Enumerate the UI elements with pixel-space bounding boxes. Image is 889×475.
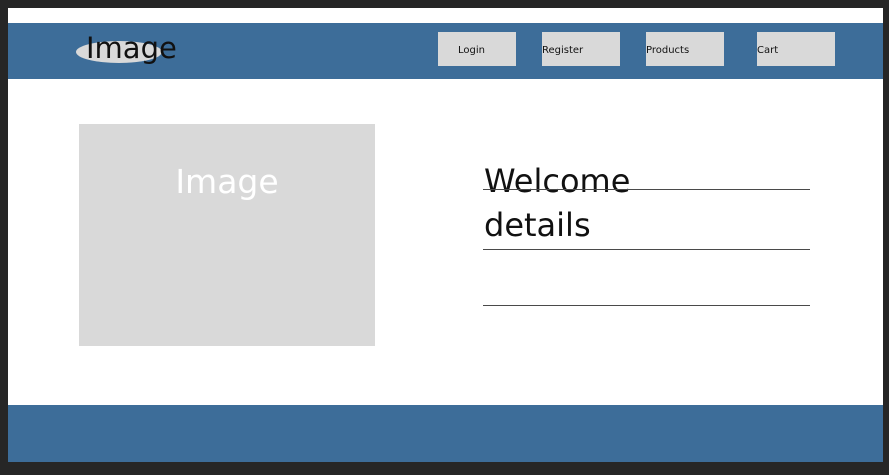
hero-image-label: Image	[175, 162, 279, 201]
login-button[interactable]: Login	[438, 32, 516, 66]
hero-image-placeholder: Image	[79, 124, 375, 346]
cart-button[interactable]: Cart	[757, 32, 835, 66]
divider-line	[483, 189, 810, 190]
welcome-heading: Welcome	[484, 162, 631, 200]
welcome-details: Welcome details	[484, 159, 814, 247]
page-frame: Image Login Register Products Cart Image…	[8, 8, 883, 462]
register-button[interactable]: Register	[542, 32, 620, 66]
products-button[interactable]: Products	[646, 32, 724, 66]
divider-line	[483, 305, 810, 306]
header-bar: Image Login Register Products Cart	[8, 23, 883, 79]
divider-line	[483, 249, 810, 250]
footer-bar	[8, 405, 883, 462]
welcome-subheading: details	[484, 206, 591, 244]
logo[interactable]: Image	[76, 31, 206, 67]
logo-text: Image	[86, 31, 177, 65]
